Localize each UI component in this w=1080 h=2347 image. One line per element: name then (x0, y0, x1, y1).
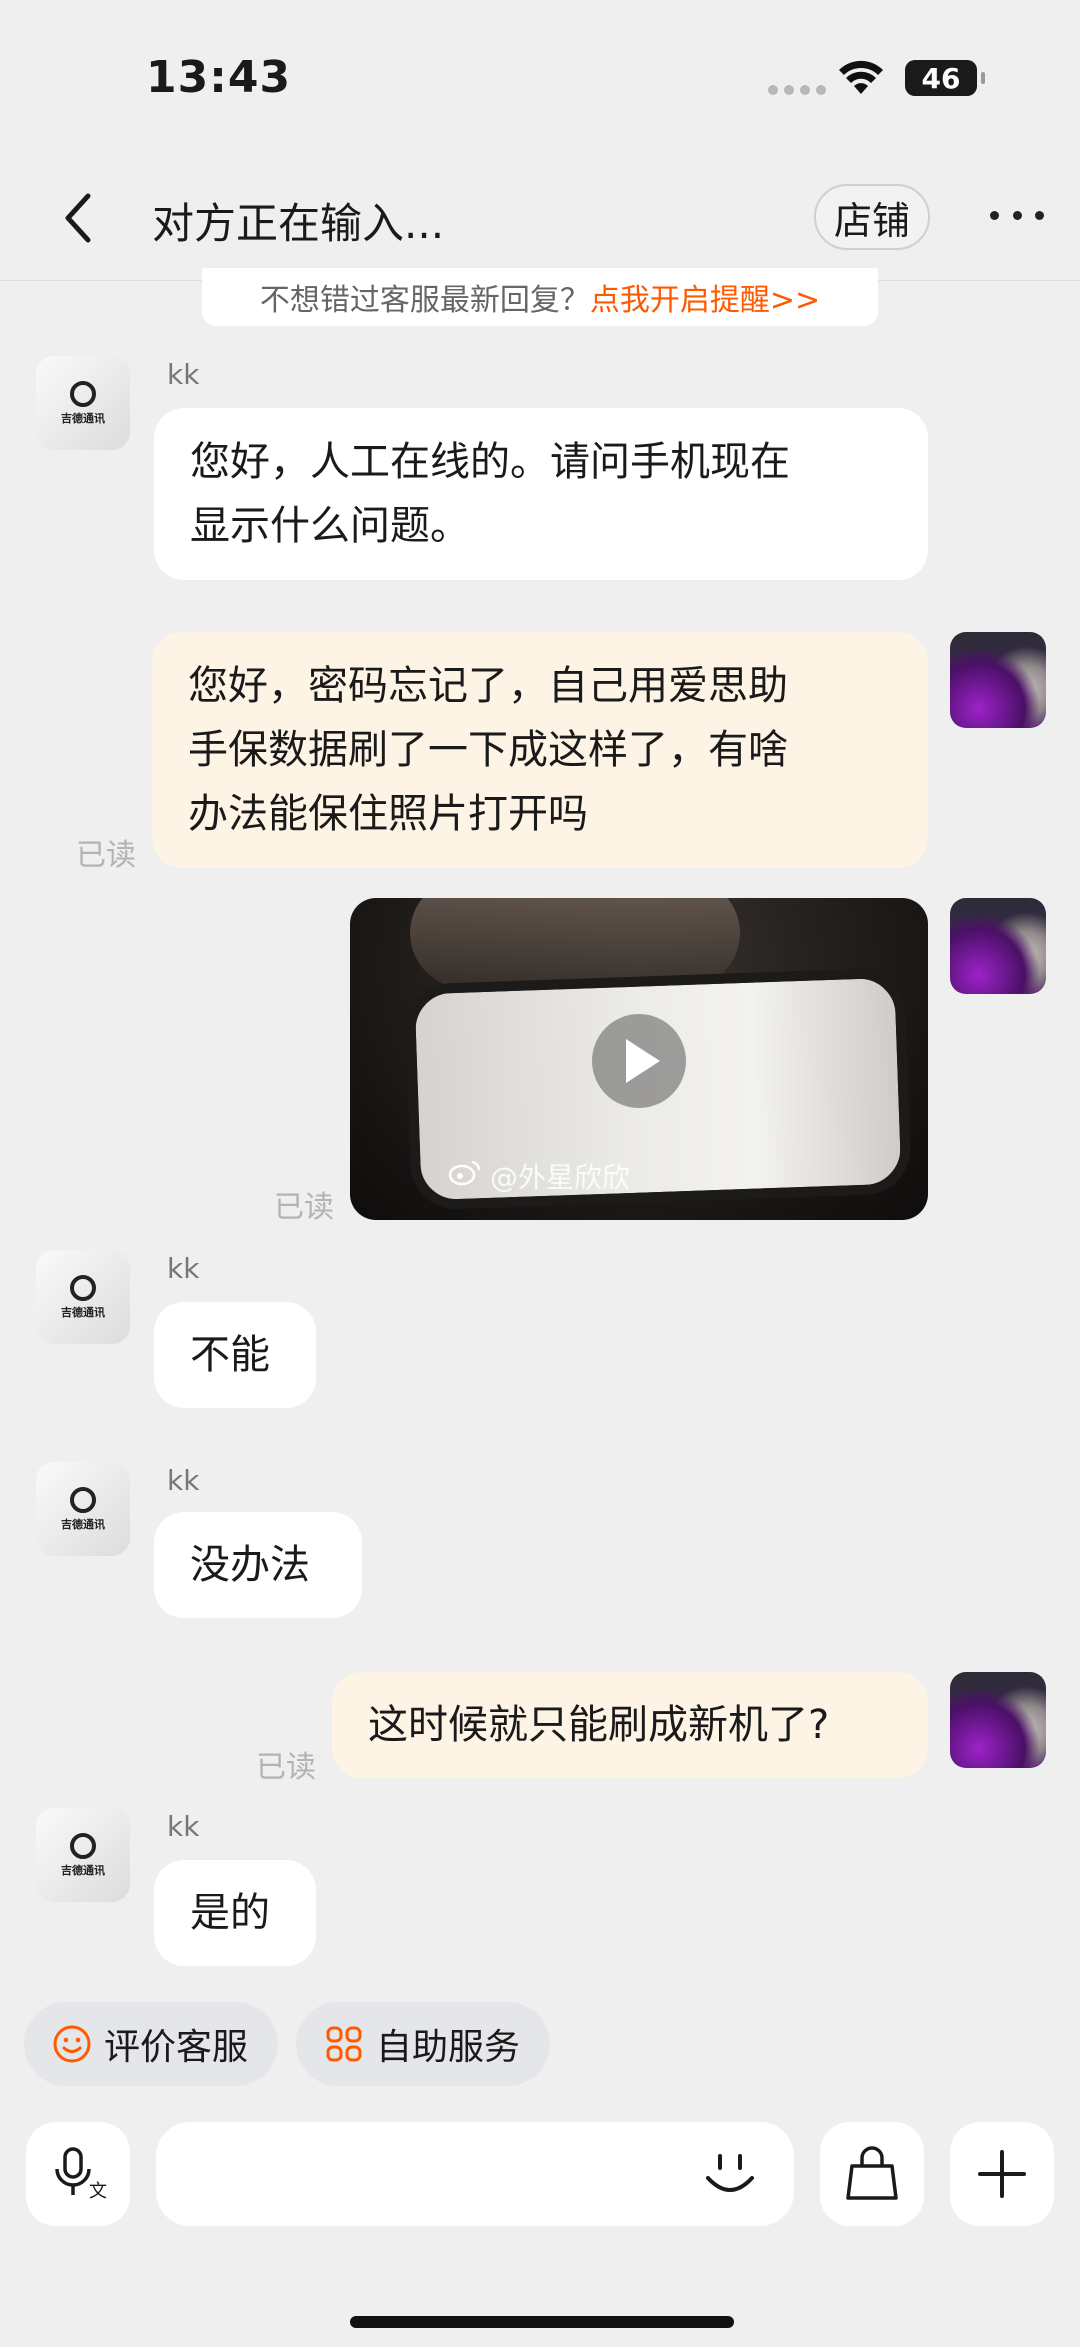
message-line: 您好，密码忘记了，自己用爱思助 (188, 663, 788, 709)
shopping-bag-button[interactable] (820, 2122, 924, 2226)
plus-icon (978, 2150, 1026, 2198)
message-text: 是的 (190, 1890, 270, 1936)
signal-dot (816, 85, 826, 95)
agent-avatar[interactable]: 吉德通讯 (36, 1250, 130, 1344)
page-title: 对方正在输入... (152, 199, 445, 248)
incoming-message-bubble[interactable]: 没办法 (154, 1512, 362, 1618)
store-button[interactable]: 店铺 (814, 184, 930, 250)
message-line: 手保数据刷了一下成这样了，有啥 (188, 727, 788, 773)
sender-name: kk (167, 1464, 200, 1497)
agent-avatar[interactable]: 吉德通讯 (36, 356, 130, 450)
read-receipt: 已读 (76, 838, 136, 873)
read-receipt: 已读 (274, 1190, 334, 1225)
agent-avatar[interactable]: 吉德通讯 (36, 1808, 130, 1902)
battery-level: 46 (921, 61, 961, 95)
agent-avatar[interactable]: 吉德通讯 (36, 1462, 130, 1556)
notice-link[interactable]: 点我开启提醒>> (590, 275, 820, 319)
notification-banner[interactable]: 不想错过客服最新回复？ 点我开启提醒>> (202, 268, 878, 326)
signal-dot (768, 85, 778, 95)
sender-name: kk (167, 358, 200, 391)
more-actions-button[interactable] (950, 2122, 1054, 2226)
voice-input-button[interactable]: 文 (26, 2122, 130, 2226)
incoming-message-bubble[interactable]: 您好，人工在线的。请问手机现在 显示什么问题。 (154, 408, 928, 580)
video-watermark: @外星欣欣 (490, 1161, 631, 1194)
svg-text:文: 文 (89, 2181, 107, 2202)
message-line: 您好，人工在线的。请问手机现在 (190, 439, 790, 485)
smile-icon (53, 2025, 91, 2063)
signal-dot (800, 85, 810, 95)
chip-label: 自助服务 (376, 2027, 521, 2068)
outgoing-message-bubble[interactable]: 您好，密码忘记了，自己用爱思助 手保数据刷了一下成这样了，有啥 办法能保住照片打… (152, 632, 928, 868)
incoming-message-bubble[interactable]: 是的 (154, 1860, 316, 1966)
home-indicator[interactable] (350, 2316, 734, 2328)
mic-icon: 文 (55, 2147, 107, 2202)
incoming-message-bubble[interactable]: 不能 (154, 1302, 316, 1408)
message-text: 没办法 (190, 1542, 310, 1588)
message-text: 不能 (190, 1332, 270, 1378)
sender-name: kk (167, 1252, 200, 1285)
signal-dot (784, 85, 794, 95)
play-icon[interactable] (592, 1014, 686, 1108)
user-avatar[interactable] (950, 632, 1046, 728)
user-avatar[interactable] (950, 898, 1046, 994)
outgoing-message-bubble[interactable]: 这时候就只能刷成新机了? (332, 1672, 928, 1778)
battery-indicator: 46 (905, 60, 985, 96)
message-input[interactable] (156, 2122, 794, 2226)
sender-name: kk (167, 1810, 200, 1843)
emoji-icon[interactable] (702, 2148, 758, 2204)
message-text: 这时候就只能刷成新机了? (368, 1702, 830, 1748)
status-time: 13:43 (146, 52, 292, 103)
message-line: 办法能保住照片打开吗 (188, 791, 588, 837)
rate-service-button[interactable]: 评价客服 (24, 2002, 278, 2086)
more-options-icon[interactable] (990, 205, 1044, 225)
shopping-bag-icon (846, 2146, 898, 2200)
video-message[interactable]: @外星欣欣 (350, 898, 928, 1220)
weibo-icon (448, 1160, 481, 1186)
notice-text: 不想错过客服最新回复？ (259, 283, 590, 318)
self-service-button[interactable]: 自助服务 (296, 2002, 550, 2086)
grid-icon (326, 2026, 362, 2062)
user-avatar[interactable] (950, 1672, 1046, 1768)
read-receipt: 已读 (256, 1750, 316, 1785)
message-line: 显示什么问题。 (190, 503, 470, 549)
chip-label: 评价客服 (104, 2027, 249, 2068)
wifi-icon (839, 60, 883, 94)
back-arrow-icon[interactable] (60, 192, 96, 244)
